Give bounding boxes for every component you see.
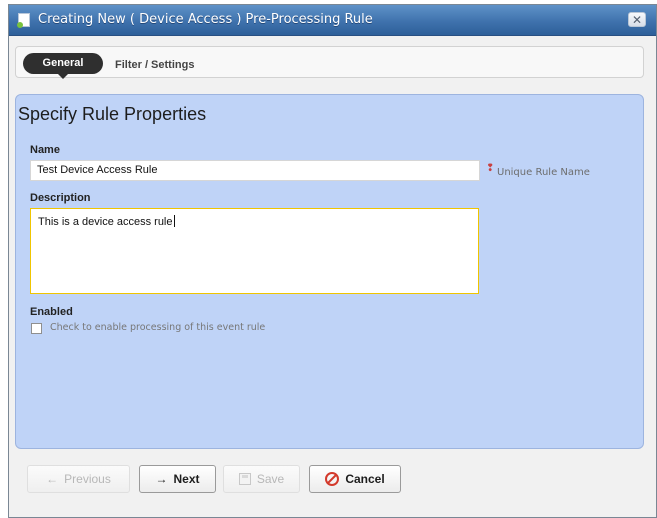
required-icon: ❢ [486, 163, 495, 174]
previous-button[interactable]: ← Previous [27, 465, 130, 493]
document-icon [17, 13, 30, 28]
enabled-label: Enabled [30, 306, 73, 318]
cancel-label: Cancel [345, 472, 385, 486]
tab-filter-settings[interactable]: Filter / Settings [115, 59, 194, 71]
dialog-titlebar: Creating New ( Device Access ) Pre-Proce… [9, 5, 656, 36]
page-title: Specify Rule Properties [18, 104, 207, 124]
cancel-button[interactable]: Cancel [309, 465, 401, 493]
dialog-title: Creating New ( Device Access ) Pre-Proce… [38, 12, 373, 27]
close-button[interactable]: ✕ [628, 12, 646, 27]
text-cursor [173, 215, 175, 227]
tab-general[interactable]: General [23, 53, 103, 79]
name-field[interactable]: Test Device Access Rule [30, 160, 480, 181]
save-icon [238, 473, 251, 485]
enabled-hint: Check to enable processing of this event… [50, 322, 266, 333]
next-label: Next [173, 472, 200, 486]
enabled-checkbox[interactable] [31, 323, 42, 334]
name-hint: Unique Rule Name [497, 167, 590, 178]
description-label: Description [30, 192, 91, 204]
arrow-right-icon: → [155, 472, 168, 486]
description-text: This is a device access rule [38, 216, 173, 228]
save-label: Save [256, 472, 285, 486]
name-label: Name [30, 144, 60, 156]
cancel-icon [325, 472, 340, 486]
previous-label: Previous [64, 472, 111, 486]
save-button[interactable]: Save [223, 465, 300, 493]
description-field[interactable]: This is a device access rule [30, 208, 479, 294]
tab-bar: General Filter / Settings [15, 46, 644, 79]
next-button[interactable]: → Next [139, 465, 216, 493]
arrow-left-icon: ← [46, 472, 59, 486]
